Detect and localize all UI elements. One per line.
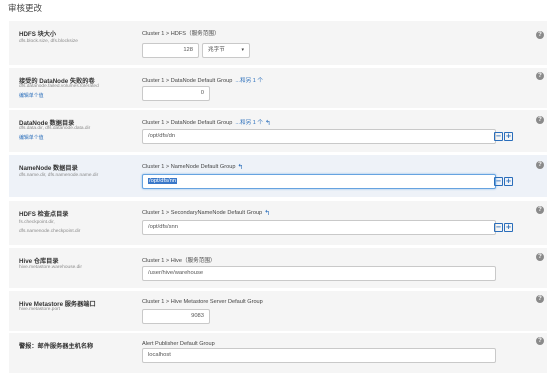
undo-icon[interactable]: ↰ (265, 120, 271, 127)
property-key: dfs.name.dir, dfs.namenode.name.dir (19, 173, 99, 178)
config-row-checkpoint-dir: HDFS 检查点目录 fs.checkpoint.dir, dfs.nameno… (9, 201, 547, 245)
property-key: fs.checkpoint.dir, (19, 220, 55, 225)
unit-select[interactable]: 兆字节 ▾ (202, 43, 250, 58)
more-groups-link[interactable]: ...和另 1 个 (235, 120, 263, 126)
add-value-icon[interactable]: + (504, 132, 513, 141)
scope-label: Cluster 1 > Hive（服务范围） (142, 258, 216, 264)
remove-value-icon[interactable]: − (494, 177, 503, 186)
config-row-metastore-port: Hive Metastore 服务器端口 hive.metastore.port… (9, 291, 547, 331)
property-key: hive.metastore.port (19, 307, 61, 312)
metastore-port-input[interactable]: 9083 (142, 309, 210, 324)
property-name: 警报：邮件服务器主机名称 (19, 343, 94, 350)
undo-icon[interactable]: ↰ (264, 210, 270, 217)
property-key: dfs.namenode.checkpoint.dir (19, 229, 81, 234)
remove-value-icon[interactable]: − (494, 223, 503, 232)
help-icon[interactable]: ? (536, 72, 544, 80)
property-key: dfs.data.dir, dfs.datanode.data.dir (19, 126, 91, 131)
help-icon[interactable]: ? (536, 116, 544, 124)
hive-warehouse-dir-input[interactable]: /user/hive/warehouse (142, 266, 496, 281)
scope-label: Cluster 1 > SecondaryNameNode Default Gr… (142, 210, 271, 217)
selected-text: /opt/dfs/nn (148, 178, 178, 184)
datanode-data-dir-input[interactable]: /opt/dfs/dn (142, 129, 496, 144)
help-icon[interactable]: ? (536, 31, 544, 39)
scope-label: Cluster 1 > NameNode Default Group ↰ (142, 164, 244, 171)
more-groups-link[interactable]: ...和另 1 个 (235, 78, 263, 84)
block-size-input[interactable]: 128 (142, 43, 199, 58)
add-value-icon[interactable]: + (504, 177, 513, 186)
property-name: Hive 仓库目录 (19, 258, 59, 265)
mail-host-input[interactable]: localhost (142, 348, 496, 363)
help-icon[interactable]: ? (536, 206, 544, 214)
config-row-failed-volumes: 接受的 DataNode 失败的卷 dfs.datanode.failed.vo… (9, 68, 547, 108)
scope-label: Cluster 1 > Hive Metastore Server Defaul… (142, 299, 263, 305)
checkpoint-dir-input[interactable]: /opt/dfs/snn (142, 220, 496, 235)
property-key: hive.metastore.warehouse.dir (19, 265, 82, 270)
property-name: HDFS 检查点目录 (19, 211, 69, 218)
help-icon[interactable]: ? (536, 161, 544, 169)
config-row-namenode-data-dir: NameNode 数据目录 dfs.name.dir, dfs.namenode… (9, 155, 547, 197)
namenode-data-dir-input[interactable]: /opt/dfs/nn (142, 174, 496, 189)
property-key: dfs.datanode.failed.volumes.tolerated (19, 84, 99, 89)
failed-volumes-input[interactable]: 0 (142, 86, 210, 101)
chevron-down-icon: ▾ (241, 47, 244, 53)
config-row-alert-mail-host: 警报：邮件服务器主机名称 Alert Publisher Default Gro… (9, 333, 547, 373)
scope-label: Cluster 1 > HDFS（服务范围） (142, 31, 220, 37)
add-value-icon[interactable]: + (504, 223, 513, 232)
help-icon[interactable]: ? (536, 253, 544, 261)
config-row-hive-warehouse-dir: Hive 仓库目录 hive.metastore.warehouse.dir C… (9, 248, 547, 288)
undo-icon[interactable]: ↰ (237, 164, 243, 171)
remove-value-icon[interactable]: − (494, 132, 503, 141)
edit-individual-values-link[interactable]: 编辑单个值 (19, 134, 43, 141)
scope-label: Alert Publisher Default Group (142, 341, 215, 347)
scope-label: Cluster 1 > DataNode Default Group ...和另 … (142, 78, 263, 84)
edit-individual-values-link[interactable]: 编辑单个值 (19, 92, 43, 99)
scope-label: Cluster 1 > DataNode Default Group ...和另 … (142, 120, 271, 127)
config-row-datanode-data-dir: DataNode 数据目录 dfs.data.dir, dfs.datanode… (9, 110, 547, 152)
property-key: dfs.block.size, dfs.blocksize (19, 39, 78, 44)
help-icon[interactable]: ? (536, 295, 544, 303)
page-title: 审核更改 (8, 3, 43, 13)
help-icon[interactable]: ? (536, 337, 544, 345)
property-name: HDFS 块大小 (19, 31, 57, 38)
config-row-hdfs-block-size: HDFS 块大小 dfs.block.size, dfs.blocksize C… (9, 21, 547, 65)
property-name: NameNode 数据目录 (19, 165, 78, 172)
